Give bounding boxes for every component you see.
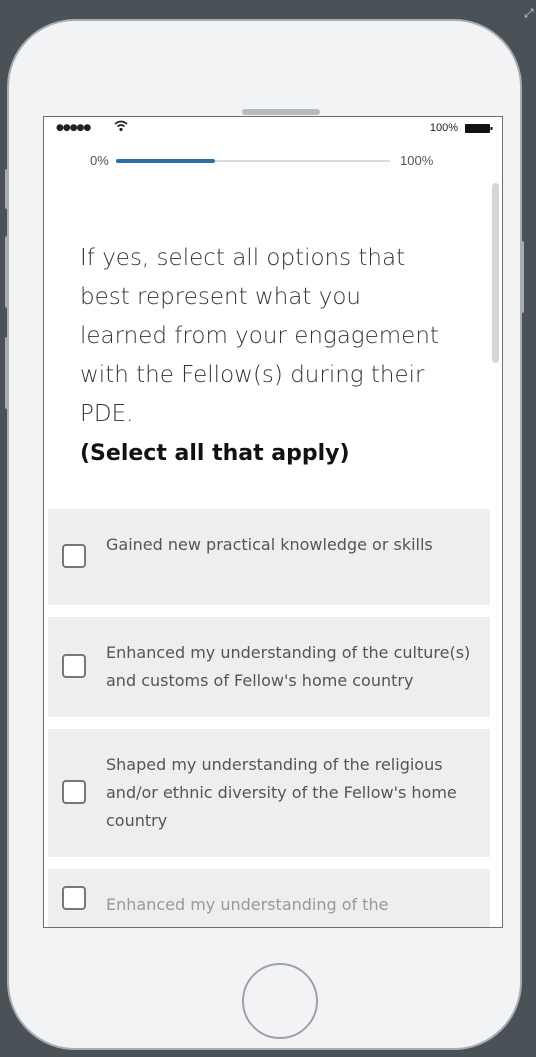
checkbox-icon[interactable] (62, 886, 86, 910)
mute-switch (5, 169, 9, 209)
option-item[interactable]: Gained new practical knowledge or skills (48, 509, 490, 605)
device-screen: ●●●●● 100% 0% 100% If yes, select all op… (43, 116, 503, 928)
progress-end-label: 100% (400, 153, 434, 168)
option-item[interactable]: Enhanced my understanding of the culture… (48, 617, 490, 717)
checkbox-icon[interactable] (62, 544, 86, 568)
option-label: Enhanced my understanding of the culture… (106, 643, 471, 690)
option-label: Enhanced my understanding of the (106, 895, 389, 914)
battery-percent: 100% (429, 122, 458, 134)
option-item[interactable]: Enhanced my understanding of the (48, 869, 490, 927)
option-label: Shaped my understanding of the religious… (106, 755, 457, 830)
signal-strength-icon: ●●●●● (56, 123, 91, 133)
question-text: If yes, select all options that best rep… (80, 239, 450, 473)
progress-fill (116, 159, 215, 163)
survey-progress: 0% 100% (44, 145, 502, 169)
volume-down-button (5, 337, 9, 409)
resize-icon: ⤢ (524, 6, 534, 20)
progress-start-label: 0% (90, 153, 109, 168)
progress-track (116, 159, 390, 163)
option-label: Gained new practical knowledge or skills (106, 535, 433, 554)
power-button (520, 241, 524, 313)
battery-icon (465, 124, 493, 133)
home-button[interactable] (242, 963, 318, 1039)
status-bar: ●●●●● 100% (44, 117, 502, 139)
options-list: Gained new practical knowledge or skills… (48, 509, 490, 927)
volume-up-button (5, 236, 9, 308)
checkbox-icon[interactable] (62, 780, 86, 804)
checkbox-icon[interactable] (62, 654, 86, 678)
option-item[interactable]: Shaped my understanding of the religious… (48, 729, 490, 857)
speaker-grille (242, 109, 320, 115)
wifi-icon (114, 120, 128, 132)
question-prompt: If yes, select all options that best rep… (80, 245, 439, 427)
question-instruction: (Select all that apply) (80, 441, 350, 466)
scrollbar-thumb[interactable] (492, 183, 499, 363)
